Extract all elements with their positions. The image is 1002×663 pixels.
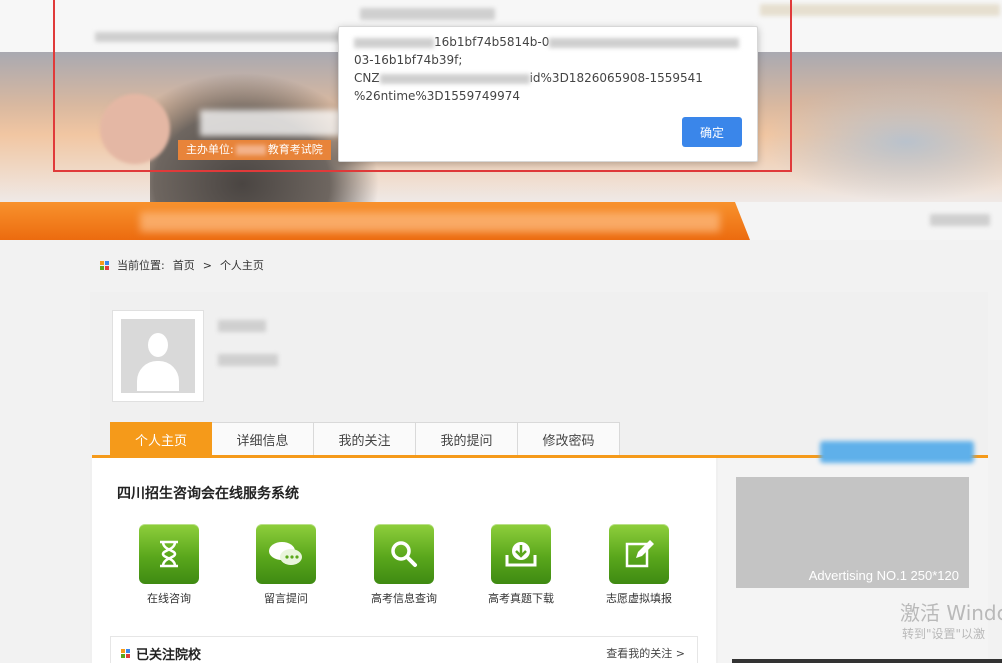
view-following-link[interactable]: 查看我的关注 > (606, 645, 685, 661)
alert-dialog: 16b1bf74b5814b-0 03-16b1bf74b39f; CNZ id%… (338, 26, 758, 162)
service-label: 留言提问 (264, 592, 308, 605)
service-label: 在线咨询 (147, 592, 191, 605)
tab-change-password[interactable]: 修改密码 (518, 422, 620, 456)
main-nav (0, 202, 1002, 240)
service-exam-download[interactable]: 高考真题下载 (476, 524, 566, 606)
location-icon (100, 260, 109, 270)
windows-activation-watermark: 激活 Windc (900, 601, 1002, 625)
blurred-text (760, 4, 1000, 16)
sidebar-badge-blurred (820, 441, 974, 463)
service-info-query[interactable]: 高考信息查询 (359, 524, 449, 606)
service-label: 高考信息查询 (371, 592, 437, 605)
windows-activation-hint: 转到"设置"以激 (902, 627, 986, 641)
download-tray-icon (491, 524, 551, 584)
advertisement[interactable]: Advertising NO.1 250*120 (736, 477, 969, 588)
redacted-text (379, 73, 530, 84)
tab-home[interactable]: 个人主页 (110, 422, 212, 456)
user-info-redacted (218, 354, 278, 366)
service-virtual-fill[interactable]: 志愿虚拟填报 (594, 524, 684, 606)
breadcrumb-prefix: 当前位置: (117, 259, 165, 272)
hourglass-icon (139, 524, 199, 584)
breadcrumb-current: 个人主页 (219, 259, 264, 272)
service-message[interactable]: 留言提问 (241, 524, 331, 606)
default-user-icon (121, 319, 195, 393)
banner-scenery (762, 82, 1002, 202)
dialog-text-line: CNZ id%3D1826065908-1559541 (354, 71, 703, 85)
blurred-text (930, 214, 990, 226)
ad-text: Advertising NO.1 250*120 (808, 568, 959, 583)
system-title: 四川招生咨询会在线服务系统 (117, 486, 299, 502)
dialog-text-line: 16b1bf74b5814b-0 (354, 35, 740, 49)
tab-following[interactable]: 我的关注 (314, 422, 416, 456)
service-label: 志愿虚拟填报 (606, 592, 672, 605)
profile-tabs: 个人主页 详细信息 我的关注 我的提问 修改密码 (110, 422, 620, 456)
magnifier-icon (374, 524, 434, 584)
section-icon (121, 649, 130, 658)
avatar[interactable] (112, 310, 204, 402)
ok-button[interactable]: 确定 (682, 117, 742, 147)
breadcrumb-home-link[interactable]: 首页 (173, 257, 195, 273)
dialog-text-line: %26ntime%3D1559749974 (354, 89, 521, 103)
edit-pencil-icon (609, 524, 669, 584)
tab-details[interactable]: 详细信息 (212, 422, 314, 456)
username-redacted (218, 320, 266, 332)
dialog-text-line: 03-16b1bf74b39f; (354, 53, 463, 67)
chat-bubbles-icon (256, 524, 316, 584)
service-label: 高考真题下载 (488, 592, 554, 605)
tab-questions[interactable]: 我的提问 (416, 422, 518, 456)
service-online-consult[interactable]: 在线咨询 (124, 524, 214, 606)
redacted-text (549, 37, 740, 48)
nav-items-blurred[interactable] (140, 212, 720, 232)
followed-schools-section: 已关注院校 查看我的关注 > (110, 636, 698, 663)
followed-schools-title: 已关注院校 (121, 644, 201, 663)
taskbar-edge (732, 659, 1002, 663)
redacted-text (354, 37, 434, 48)
breadcrumb-separator: > (202, 258, 212, 272)
breadcrumb: 当前位置: 首页 > 个人主页 (100, 257, 264, 273)
